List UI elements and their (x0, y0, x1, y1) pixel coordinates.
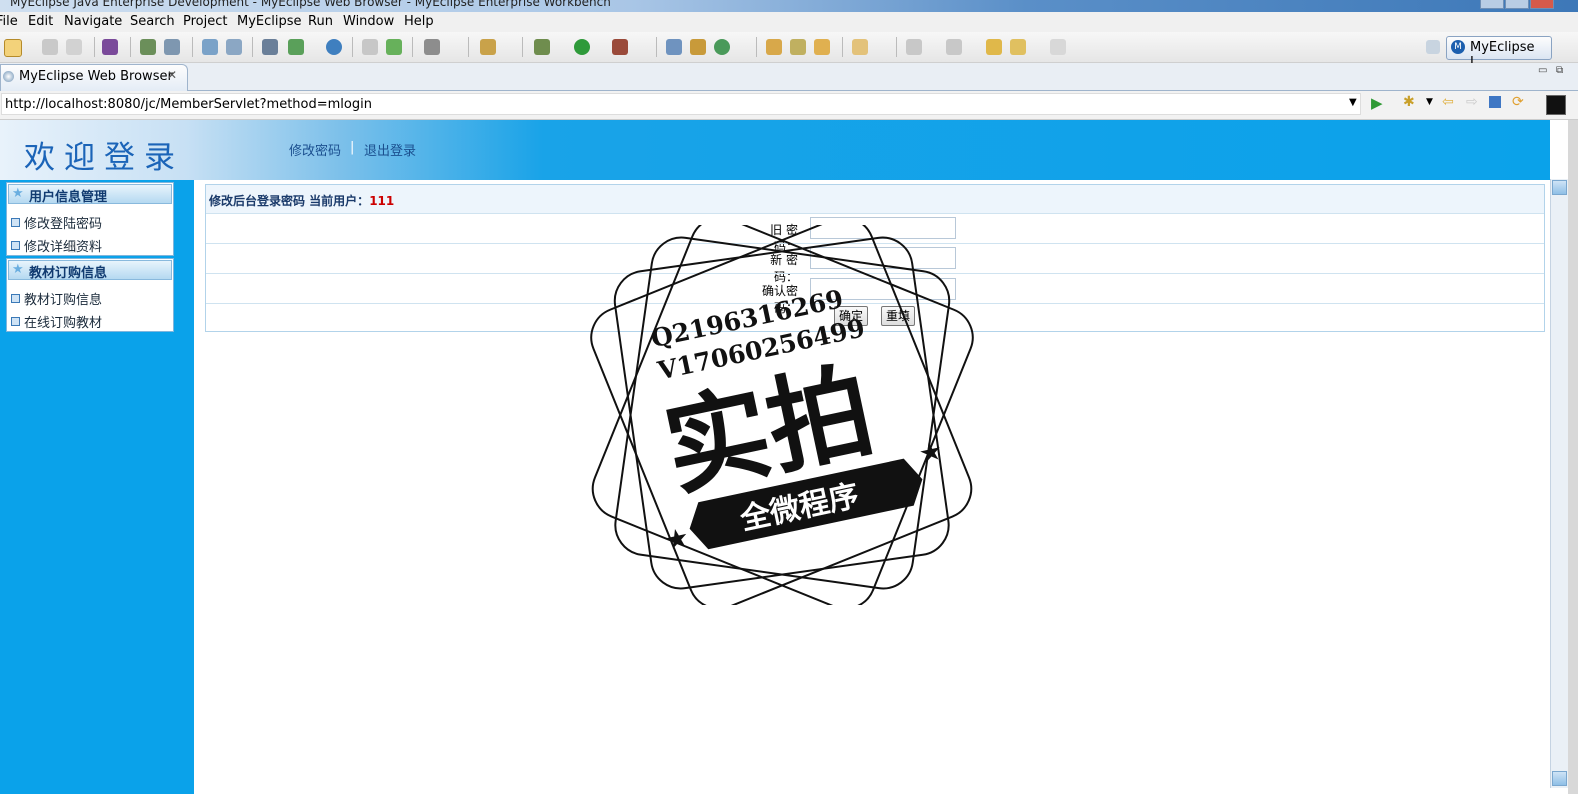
undeploy-icon[interactable] (226, 39, 242, 55)
open-folder-icon[interactable] (766, 39, 782, 55)
url-dropdown-icon[interactable]: ▼ (1349, 97, 1357, 108)
browser-back-icon[interactable]: ⇦ (1442, 94, 1454, 110)
myeclipse-icon: M (1451, 40, 1465, 54)
browser-icon (3, 71, 14, 82)
url-input[interactable]: http://localhost:8080/jc/MemberServlet?m… (1, 93, 1361, 115)
close-window-button[interactable] (1530, 0, 1554, 9)
forward-icon[interactable] (1050, 39, 1066, 55)
scroll-up-icon[interactable] (1552, 180, 1567, 195)
folder-icon[interactable] (814, 39, 830, 55)
back-icon[interactable] (1010, 39, 1026, 55)
bullet-icon (11, 218, 20, 227)
window-title: MyEclipse Java Enterprise Development - … (10, 0, 611, 9)
scroll-down-icon[interactable] (1552, 771, 1567, 786)
mouse-cursor-icon: ☝ (68, 238, 78, 256)
close-tab-icon[interactable]: ✕ (167, 68, 177, 82)
page-header: 欢迎登录 修改密码 | 退出登录 (0, 120, 1550, 180)
minimize-view-icon[interactable]: ▭ (1538, 65, 1547, 76)
browse-icon[interactable] (852, 39, 868, 55)
console-icon[interactable] (1546, 95, 1566, 115)
sidebar: ★ 用户信息管理 修改登陆密码 修改详细资料 ★ 教材订购信息 教材订购信息 在… (0, 180, 194, 794)
prev-annotation-icon[interactable] (946, 39, 962, 55)
external-tools-icon[interactable] (612, 39, 628, 55)
bullet-icon (11, 317, 20, 326)
go-icon[interactable]: ▶ (1371, 94, 1383, 112)
sidebar-panel-textbook-orders: ★ 教材订购信息 教材订购信息 在线订购教材 (6, 258, 174, 332)
save-icon[interactable] (42, 39, 58, 55)
bullet-icon (11, 241, 20, 250)
logout-link[interactable]: 退出登录 (364, 140, 416, 159)
menu-project[interactable]: Project (183, 14, 227, 29)
open-resource-icon[interactable] (690, 39, 706, 55)
screen-icon[interactable] (424, 39, 440, 55)
refresh-icon[interactable] (714, 39, 730, 55)
globe-icon[interactable] (326, 39, 342, 55)
window-edge (1568, 120, 1578, 794)
next-annotation-icon[interactable] (906, 39, 922, 55)
maximize-view-icon[interactable]: ⧉ (1556, 65, 1563, 76)
sidebar-section-header[interactable]: ★ 用户信息管理 (8, 184, 172, 205)
sidebar-item-change-details[interactable]: 修改详细资料 (11, 236, 102, 255)
browser-forward-icon[interactable]: ⇨ (1466, 94, 1478, 110)
menu-search[interactable]: Search (130, 14, 175, 29)
menu-edit[interactable]: Edit (28, 14, 53, 29)
star-icon: ★ (12, 262, 24, 277)
tab-label: MyEclipse Web Browser (19, 69, 173, 84)
wizard-icon[interactable] (480, 39, 496, 55)
window-titlebar: MyEclipse Java Enterprise Development - … (0, 0, 1578, 12)
add-icon[interactable] (386, 39, 402, 55)
minimize-button[interactable] (1480, 0, 1504, 9)
debug-icon[interactable] (534, 39, 550, 55)
cut-icon[interactable] (362, 39, 378, 55)
editor-tab-bar: MyEclipse Web Browser ✕ ▭ ⧉ (0, 63, 1578, 91)
sidebar-panel-user-info: ★ 用户信息管理 修改登陆密码 修改详细资料 (6, 182, 174, 256)
stop-icon[interactable] (1489, 96, 1501, 108)
menu-bar: File Edit Navigate Search Project MyEcli… (0, 12, 1578, 32)
star-icon: ★ (916, 436, 945, 470)
sidebar-section-header[interactable]: ★ 教材订购信息 (8, 260, 172, 281)
main-toolbar (0, 32, 1578, 63)
menu-navigate[interactable]: Navigate (64, 14, 122, 29)
browser-address-bar: http://localhost:8080/jc/MemberServlet?m… (0, 91, 1578, 120)
sidebar-item-online-order[interactable]: 在线订购教材 (11, 312, 102, 331)
change-password-link[interactable]: 修改密码 (289, 140, 341, 159)
menu-window[interactable]: Window (343, 14, 394, 29)
star-icon: ★ (12, 186, 24, 201)
hierarchy-icon[interactable] (262, 39, 278, 55)
server-icon[interactable] (164, 39, 180, 55)
debug-server-icon[interactable] (140, 39, 156, 55)
tab-web-browser[interactable]: MyEclipse Web Browser ✕ (0, 64, 188, 91)
maximize-button[interactable] (1505, 0, 1529, 9)
favorites-icon[interactable]: ✱ (1403, 94, 1415, 110)
favorites-dropdown-icon[interactable]: ▼ (1426, 97, 1433, 107)
menu-help[interactable]: Help (404, 14, 434, 29)
perspective-switcher[interactable]: M MyEclipse J... (1446, 36, 1552, 70)
pin-icon[interactable] (790, 39, 806, 55)
form-heading: 修改后台登录密码 当前用户：111 (206, 185, 1544, 213)
sidebar-item-textbook-order-info[interactable]: 教材订购信息 (11, 289, 102, 308)
menu-myeclipse[interactable]: MyEclipse (237, 14, 302, 29)
deploy-icon[interactable] (202, 39, 218, 55)
menu-file[interactable]: File (0, 14, 18, 29)
new-class-icon[interactable] (288, 39, 304, 55)
vertical-scrollbar[interactable] (1550, 179, 1569, 788)
bullet-icon (11, 294, 20, 303)
menu-run[interactable]: Run (308, 14, 333, 29)
open-type-icon[interactable] (666, 39, 682, 55)
print-icon[interactable] (66, 39, 82, 55)
last-edit-icon[interactable] (986, 39, 1002, 55)
sidebar-item-change-login-password[interactable]: 修改登陆密码 (11, 213, 102, 232)
run-icon[interactable] (574, 39, 590, 55)
page-title: 欢迎登录 (24, 140, 184, 176)
watermark-stamp: Q2196316269 V17060256499 实拍 全微程序 ★ ★ (590, 225, 974, 605)
header-separator: | (350, 140, 355, 155)
package-icon[interactable] (102, 39, 118, 55)
open-perspective-icon[interactable] (1426, 40, 1440, 54)
new-icon[interactable] (4, 39, 22, 57)
browser-refresh-icon[interactable]: ⟳ (1512, 94, 1524, 110)
current-user: 111 (369, 194, 395, 208)
star-icon: ★ (663, 522, 692, 556)
